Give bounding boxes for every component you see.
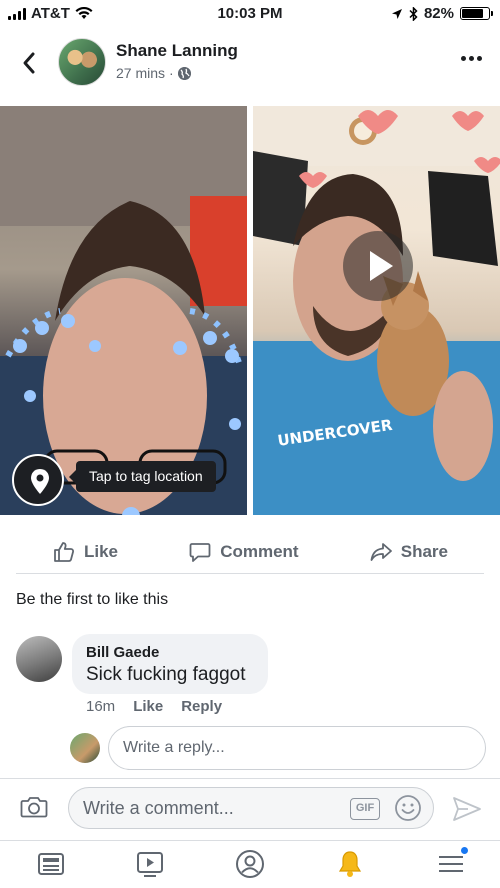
battery-icon <box>460 7 493 20</box>
watch-icon[interactable] <box>135 849 165 879</box>
status-right: 82% <box>391 5 493 22</box>
bluetooth-icon <box>409 6 418 21</box>
camera-icon[interactable] <box>20 795 48 819</box>
post-media: Tap to tag location UNDERCOVER <box>0 106 500 516</box>
emoji-icon[interactable] <box>394 794 422 822</box>
comment-text: Sick fucking faggot <box>86 664 246 685</box>
author-name[interactable]: Shane Lanning <box>116 41 238 61</box>
post-header: Shane Lanning 27 mins · <box>0 36 500 92</box>
map-pin-icon <box>31 469 49 494</box>
comment-bubble[interactable]: Bill Gaede Sick fucking faggot <box>72 634 268 694</box>
news-feed-icon[interactable] <box>36 849 66 879</box>
share-icon <box>370 542 392 561</box>
photo-left[interactable]: Tap to tag location <box>0 106 247 515</box>
battery-percent: 82% <box>423 5 454 22</box>
post-meta: 27 mins · <box>116 65 191 81</box>
back-icon[interactable] <box>18 50 42 76</box>
battery-fill <box>462 9 484 18</box>
bell-icon[interactable] <box>335 849 365 879</box>
tag-location-button[interactable] <box>12 454 64 506</box>
share-label: Share <box>400 541 448 561</box>
comment-like-button[interactable]: Like <box>133 698 163 715</box>
author-avatar[interactable] <box>58 38 106 86</box>
location-arrow-icon <box>391 8 402 19</box>
like-label: Like <box>84 541 119 561</box>
comment-meta: 16m Like Reply <box>86 698 222 715</box>
comment-label: Comment <box>220 541 299 561</box>
status-bar: AT&T 10:03 PM 82% <box>0 0 500 28</box>
meta-separator: · <box>169 65 174 81</box>
tag-location-label[interactable]: Tap to tag location <box>69 461 216 492</box>
likes-summary: Be the first to like this <box>16 591 169 608</box>
like-button[interactable]: Like <box>52 540 118 564</box>
post-actions: Like Comment Share <box>16 530 484 574</box>
bottom-nav <box>0 840 500 888</box>
comment-button[interactable]: Comment <box>188 540 299 564</box>
comment-composer: GIF <box>0 778 500 838</box>
post-time[interactable]: 27 mins <box>116 65 165 81</box>
gif-button[interactable]: GIF <box>350 798 380 820</box>
notification-dot <box>460 846 469 855</box>
comment-icon <box>189 542 211 562</box>
profile-icon[interactable] <box>235 849 265 879</box>
photo-right-art: UNDERCOVER <box>253 106 500 515</box>
menu-button[interactable] <box>436 846 469 879</box>
share-button[interactable]: Share <box>369 540 448 564</box>
commenter-avatar[interactable] <box>16 636 62 682</box>
like-icon <box>54 541 75 562</box>
reply-avatar <box>70 733 100 763</box>
send-icon[interactable] <box>452 795 482 823</box>
comment-time: 16m <box>86 698 116 715</box>
comment-reply-button[interactable]: Reply <box>181 698 222 715</box>
more-icon[interactable] <box>461 56 482 61</box>
commenter-name[interactable]: Bill Gaede <box>86 644 254 661</box>
globe-icon <box>177 66 191 80</box>
play-icon <box>370 251 393 281</box>
play-button[interactable] <box>343 231 413 301</box>
photo-right[interactable]: UNDERCOVER <box>253 106 500 515</box>
reply-input[interactable] <box>108 726 486 770</box>
